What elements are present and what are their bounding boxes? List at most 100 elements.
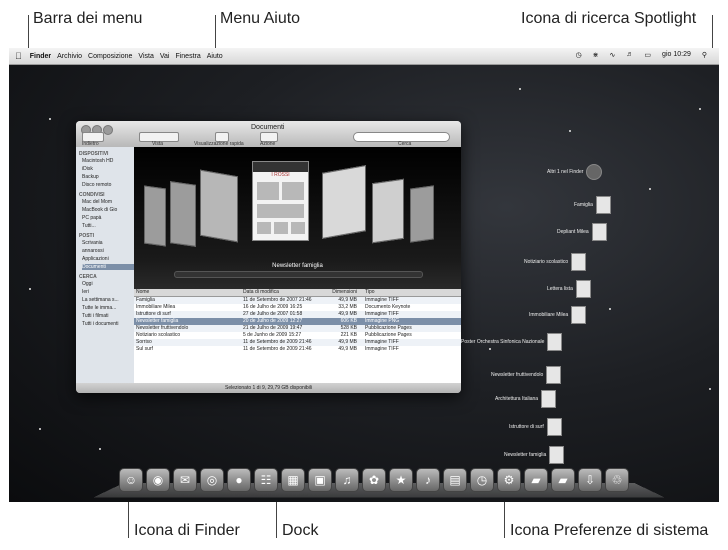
sidebar-item-place[interactable]: Applicazioni: [82, 256, 134, 262]
table-row[interactable]: Istruttore di surf 27 de Julho de 2007 01…: [134, 311, 461, 318]
sidebar-header-places: POSTI: [79, 233, 95, 239]
stack-item[interactable]: Famiglia: [574, 196, 611, 214]
table-cell: Pubblicazione Pages: [365, 332, 412, 338]
table-cell: Immagine TIFF: [365, 297, 399, 303]
dock: ☺ ◉ ✉ ◎ ● ☷ ▦ ▣ ♫ ✿ ★ ♪ ▤ ◷ ⚙ ▰ ▰ ⇩ ♲: [92, 468, 666, 498]
zoom-button[interactable]: [103, 125, 113, 135]
stack-item[interactable]: Newsletter fruttivendolo: [491, 366, 562, 384]
wifi-icon[interactable]: ∿: [610, 51, 616, 59]
stack-item[interactable]: Architettura Italiana: [495, 390, 557, 408]
sidebar-item-shared[interactable]: Tutti...: [82, 223, 134, 229]
table-row[interactable]: Immobiliare Milea 16 de Julho de 2009 16:…: [134, 304, 461, 311]
sidebar-item-place[interactable]: annarossi: [82, 248, 134, 254]
callout-system-prefs: Icona Preferenze di sistema: [510, 522, 709, 539]
mail-icon[interactable]: ✉: [173, 468, 197, 492]
menu-edit[interactable]: Composizione: [88, 53, 132, 60]
table-cell: Newsletter famiglia: [136, 318, 179, 324]
stack-item[interactable]: Altri 1 nel Finder: [547, 164, 603, 180]
sidebar-item-search[interactable]: Tutte le imma...: [82, 305, 134, 311]
column-kind[interactable]: Tipo: [361, 289, 455, 296]
sidebar-item-place[interactable]: Scrivania: [82, 240, 134, 246]
trash-icon[interactable]: ♲: [605, 468, 629, 492]
column-name[interactable]: Nome: [134, 289, 243, 296]
apple-menu-icon[interactable]: : [15, 51, 22, 61]
cover-flow-item[interactable]: [322, 165, 366, 239]
column-date[interactable]: Data di modifica: [243, 289, 317, 296]
cover-flow-scrollbar[interactable]: [174, 271, 423, 278]
table-row[interactable]: Sul surf 11 de Setembro de 2009 21:46 49,9…: [134, 346, 461, 353]
sidebar-item-documents[interactable]: Documenti: [82, 264, 134, 270]
garageband-icon[interactable]: ♪: [416, 468, 440, 492]
cover-flow-item[interactable]: [372, 178, 404, 244]
stack-item[interactable]: Lettera lista: [547, 280, 591, 298]
table-cell: Immobiliare Milea: [136, 304, 176, 310]
table-row[interactable]: Notiziario scolastico 5 de Junho de 2009 …: [134, 332, 461, 339]
table-row[interactable]: Newsletter fruttivendolo 21 de Julho de 2…: [134, 325, 461, 332]
sidebar-item-shared[interactable]: PC papà: [82, 215, 134, 221]
ichat-icon[interactable]: ●: [227, 468, 251, 492]
time-machine-icon[interactable]: ◷: [470, 468, 494, 492]
cover-flow-selected[interactable]: I ROSSI: [252, 161, 309, 241]
preview-icon[interactable]: ▣: [308, 468, 332, 492]
finder-icon[interactable]: ☺: [119, 468, 143, 492]
table-row[interactable]: Sorriso 11 de Setembro de 2009 21:46 49,9 …: [134, 339, 461, 346]
system-preferences-icon[interactable]: ⚙: [497, 468, 521, 492]
sidebar-item-search[interactable]: Tutti i filmati: [82, 313, 134, 319]
stack-item[interactable]: Immobiliare Milea: [529, 306, 587, 324]
iphoto-icon[interactable]: ✿: [362, 468, 386, 492]
menu-help[interactable]: Aiuto: [207, 53, 223, 60]
cover-flow-item[interactable]: [144, 185, 166, 247]
menu-clock[interactable]: gio 10:29: [662, 51, 691, 59]
cover-flow-item[interactable]: [200, 169, 238, 243]
sidebar-item-shared[interactable]: MacBook di Gio: [82, 207, 134, 213]
downloads-icon[interactable]: ⇩: [578, 468, 602, 492]
file-list-header: Nome Data di modifica Dimensioni Tipo: [134, 289, 461, 297]
sidebar-item-device[interactable]: iDisk: [82, 166, 134, 172]
table-cell: Immagine TIFF: [365, 311, 399, 317]
arrow-icon: [586, 164, 603, 180]
address-book-icon[interactable]: ☷: [254, 468, 278, 492]
pages-icon[interactable]: ▤: [443, 468, 467, 492]
applications-folder-icon[interactable]: ▰: [524, 468, 548, 492]
menu-app-finder[interactable]: Finder: [30, 53, 51, 60]
table-row[interactable]: Newsletter famiglia 20 de Julho de 2009 1…: [134, 318, 461, 325]
cover-flow-item[interactable]: [410, 185, 434, 243]
documents-folder-icon[interactable]: ▰: [551, 468, 575, 492]
sidebar-item-search[interactable]: La settimana s...: [82, 297, 134, 303]
sidebar-item-search[interactable]: Tutti i documenti: [82, 321, 134, 327]
stack-item[interactable]: Poster Orchestra Sinfonica Nazionale: [461, 333, 563, 351]
dashboard-icon[interactable]: ◉: [146, 468, 170, 492]
volume-icon[interactable]: ♬: [626, 51, 633, 59]
sidebar-item-device[interactable]: Backup: [82, 174, 134, 180]
cover-flow-item[interactable]: [170, 181, 196, 247]
cover-flow-caption: Newsletter famiglia: [272, 263, 323, 269]
spotlight-icon[interactable]: ⚲: [702, 51, 707, 59]
sidebar-item-device[interactable]: Disco remoto: [82, 182, 134, 188]
table-cell: Istruttore di surf: [136, 311, 171, 317]
sidebar-item-search[interactable]: Ieri: [82, 289, 134, 295]
itunes-icon[interactable]: ♫: [335, 468, 359, 492]
sidebar-item-search[interactable]: Oggi: [82, 281, 134, 287]
table-cell: Sul surf: [136, 346, 153, 352]
ical-icon[interactable]: ▦: [281, 468, 305, 492]
menu-go[interactable]: Vai: [160, 53, 170, 60]
stack-item[interactable]: Notiziario scolastico: [524, 253, 587, 271]
stack-item[interactable]: Istruttore di surf: [509, 418, 562, 436]
column-size[interactable]: Dimensioni: [317, 289, 361, 296]
table-cell: 20 de Julho de 2009 12:27: [243, 318, 303, 324]
menu-window[interactable]: Finestra: [175, 53, 200, 60]
imovie-icon[interactable]: ★: [389, 468, 413, 492]
bluetooth-icon[interactable]: ⋇: [593, 51, 599, 59]
sidebar-item-device[interactable]: Macintosh HD: [82, 158, 134, 164]
battery-icon[interactable]: ▭: [644, 51, 651, 59]
stack-item[interactable]: Depliant Milea: [557, 223, 607, 241]
cover-flow-view[interactable]: I ROSSI Newsletter famiglia: [134, 147, 461, 289]
menu-file[interactable]: Archivio: [57, 53, 82, 60]
stack-item[interactable]: Newsletter famiglia: [504, 446, 565, 464]
table-cell: 606 KB: [340, 318, 357, 324]
sidebar-item-shared[interactable]: Mac del Mom: [82, 199, 134, 205]
menu-view[interactable]: Vista: [138, 53, 153, 60]
table-row[interactable]: Famiglia 11 de Setembro de 2007 21:46 49,9…: [134, 297, 461, 304]
time-machine-status-icon[interactable]: ◷: [576, 51, 582, 59]
safari-icon[interactable]: ◎: [200, 468, 224, 492]
